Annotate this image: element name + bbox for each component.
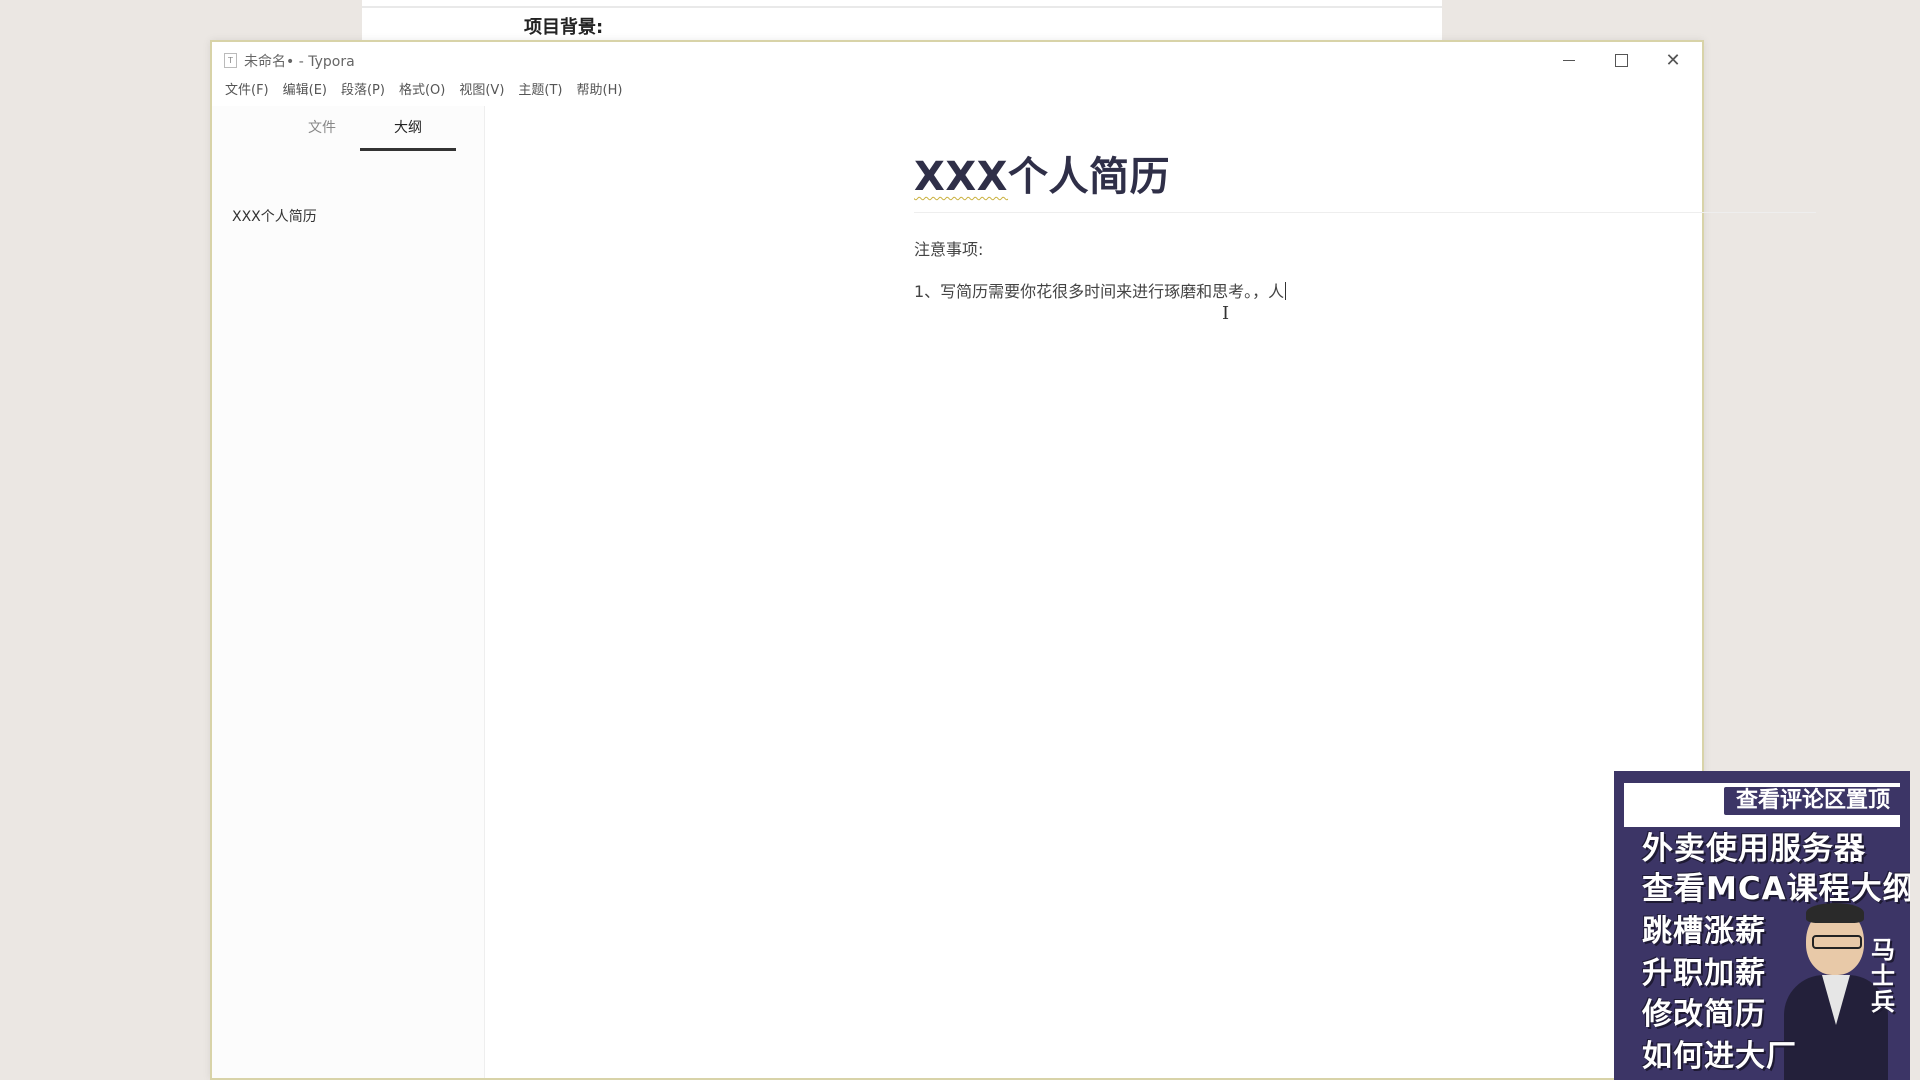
promo-line: 升职加薪	[1642, 956, 1766, 991]
ibeam-cursor-icon: I	[1222, 303, 1230, 324]
promo-line: 查看MCA课程大纲	[1642, 871, 1910, 907]
heading-rule	[914, 212, 1816, 213]
paragraph-text: 1、写简历需要你花很多时间来进行琢磨和思考。，人	[914, 282, 1285, 301]
tab-files[interactable]: 文件	[274, 106, 370, 150]
menu-format[interactable]: 格式(O)	[392, 79, 452, 103]
background-document-heading: 项目背景:	[524, 17, 604, 38]
menu-theme[interactable]: 主题(T)	[511, 79, 569, 103]
promo-banner: 查看评论区置顶	[1724, 787, 1902, 815]
editor-area[interactable]: XXX个人简历 注意事项: 1、写简历需要你花很多时间来进行琢磨和思考。，人 I	[484, 106, 1816, 1078]
title-bar[interactable]: T 未命名• - Typora ✕	[212, 42, 1702, 78]
document-title-rest: 个人简历	[1008, 154, 1171, 200]
paragraph[interactable]: 注意事项:	[914, 236, 983, 260]
close-icon: ✕	[1665, 49, 1681, 71]
background-document-rule	[362, 6, 1442, 8]
promo-line: 如何进大厂	[1642, 1039, 1797, 1074]
document-title[interactable]: XXX个人简历	[914, 144, 1170, 202]
menu-edit[interactable]: 编辑(E)	[276, 79, 334, 103]
spellcheck-underlined-word: XXX	[914, 154, 1009, 200]
background-document: 项目背景:	[362, 0, 1442, 43]
presenter-name: 马士兵	[1871, 936, 1895, 1016]
menu-bar: 文件(F) 编辑(E) 段落(P) 格式(O) 视图(V) 主题(T) 帮助(H…	[218, 79, 629, 103]
menu-file[interactable]: 文件(F)	[218, 79, 276, 103]
typora-window: T 未命名• - Typora ✕ 文件(F) 编辑(E) 段落(P) 格式(O…	[210, 40, 1816, 1080]
maximize-button[interactable]	[1596, 44, 1646, 76]
active-tab-indicator	[360, 148, 456, 151]
sidebar-tabs: 文件 大纲	[212, 106, 484, 154]
window-title: 未命名• - Typora	[244, 54, 355, 70]
menu-paragraph[interactable]: 段落(P)	[334, 79, 392, 103]
tab-outline[interactable]: 大纲	[360, 106, 456, 150]
promo-line: 外卖使用服务器	[1642, 831, 1866, 867]
minimize-icon	[1563, 59, 1575, 61]
text-caret	[1285, 282, 1287, 300]
paragraph-editing[interactable]: 1、写简历需要你花很多时间来进行琢磨和思考。，人	[914, 278, 1287, 302]
sidebar: 文件 大纲 XXX个人简历	[212, 106, 485, 1078]
outline-item[interactable]: XXX个人简历	[232, 206, 317, 226]
promo-overlay: 查看评论区置顶 外卖使用服务器 查看MCA课程大纲 跳槽涨薪 升职加薪 修改简历…	[1614, 771, 1910, 1080]
maximize-icon	[1614, 53, 1628, 67]
typora-app-icon: T	[224, 53, 237, 68]
promo-line: 跳槽涨薪	[1642, 914, 1766, 949]
menu-help[interactable]: 帮助(H)	[570, 79, 630, 103]
menu-view[interactable]: 视图(V)	[452, 79, 511, 103]
avatar-glasses	[1812, 935, 1862, 949]
close-button[interactable]: ✕	[1648, 44, 1698, 76]
minimize-button[interactable]	[1544, 44, 1594, 76]
promo-line: 修改简历	[1642, 997, 1766, 1032]
